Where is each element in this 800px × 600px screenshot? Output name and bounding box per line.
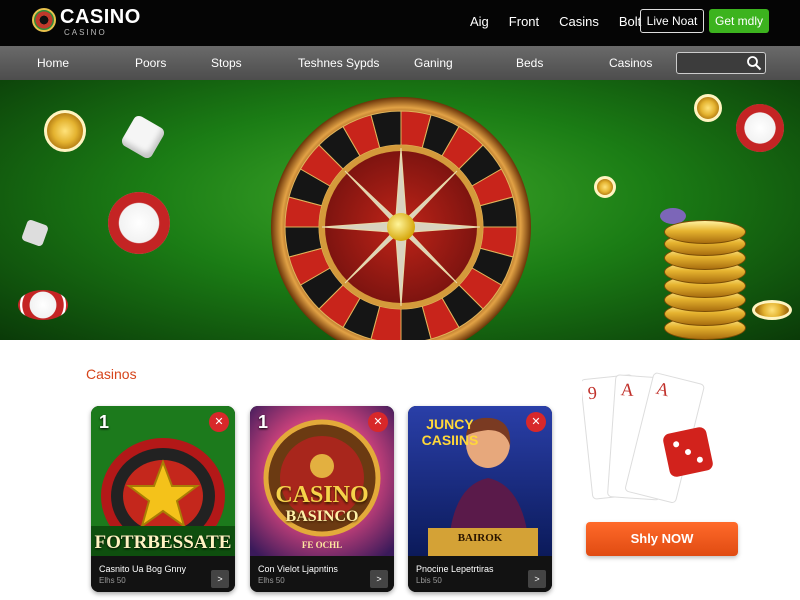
- card-title: Con Vielot Ljapntins: [258, 564, 338, 574]
- red-chip-icon: [108, 192, 170, 254]
- card-subtitle: Elhs 50: [258, 576, 285, 585]
- card-number: 1: [99, 412, 110, 432]
- card-art-subtext: BASINCO: [285, 508, 359, 525]
- nav-item-ganing[interactable]: Ganing: [414, 56, 453, 70]
- nav-item-beds[interactable]: Beds: [516, 56, 543, 70]
- card-subtitle: Lbis 50: [416, 576, 442, 585]
- top-header: CASINO CASINO Aig Front Casins Bolt Live…: [0, 0, 800, 46]
- top-link-casins[interactable]: Casins: [559, 14, 599, 29]
- gold-coin-stack-icon: [664, 220, 746, 340]
- card-art-text: CASINO: [275, 482, 369, 508]
- card-footer: Pnocine Lepetrtiras Lbis 50 >: [408, 556, 552, 592]
- white-dice-icon: [20, 218, 50, 248]
- hero-banner: [0, 80, 800, 340]
- card-art-caption: FE OCHL: [301, 540, 343, 550]
- favorite-badge-icon[interactable]: ✕: [368, 412, 388, 432]
- top-link-front[interactable]: Front: [509, 14, 539, 29]
- favorite-badge-icon[interactable]: ✕: [526, 412, 546, 432]
- white-dice-icon: [119, 113, 167, 161]
- main-nav: Home Poors Stops Teshnes Sypds Ganing Be…: [0, 46, 800, 80]
- favorite-badge-icon[interactable]: ✕: [209, 412, 229, 432]
- card-footer: Con Vielot Ljapntins Elhs 50 >: [250, 556, 394, 592]
- gold-chip-icon: [694, 94, 722, 122]
- top-link-aig[interactable]: Aig: [470, 14, 489, 29]
- card-art-text: JUNCY: [426, 416, 474, 432]
- top-links: Aig Front Casins Bolt: [470, 14, 661, 29]
- live-now-button[interactable]: Live Noat: [640, 9, 704, 33]
- card-art-caption: BAIROK: [457, 532, 503, 544]
- top-link-bolt[interactable]: Bolt: [619, 14, 641, 29]
- nav-item-stops[interactable]: Stops: [211, 56, 242, 70]
- card-footer: Casnito Ua Bog Gnny Elhs 50 >: [91, 556, 235, 592]
- search-icon[interactable]: [746, 55, 762, 71]
- logo-subtext: CASINO: [64, 28, 107, 37]
- red-chip-icon: [736, 104, 784, 152]
- play-now-button[interactable]: Shly NOW: [586, 522, 738, 556]
- card-art-text: FOTRBESSATE: [94, 532, 232, 553]
- search-input[interactable]: [676, 52, 766, 74]
- logo-text: CASINO: [60, 6, 141, 28]
- red-chip-icon: [18, 290, 68, 320]
- get-ready-button[interactable]: Get mdly: [709, 9, 769, 33]
- nav-item-teshnes-sypds[interactable]: Teshnes Sypds: [298, 56, 379, 70]
- play-arrow-icon[interactable]: >: [528, 570, 546, 588]
- gold-chip-icon: [752, 300, 792, 320]
- game-card[interactable]: 1 ✕ FOTRBESSATE Casnito Ua Bog Gnny Elhs…: [91, 406, 235, 592]
- play-arrow-icon[interactable]: >: [211, 570, 229, 588]
- playing-cards-dice-icon: 9 A A: [582, 372, 713, 503]
- card-rank: A: [620, 379, 634, 400]
- nav-item-poors[interactable]: Poors: [135, 56, 166, 70]
- card-art-subtext: CASIINS: [421, 432, 479, 448]
- card-subtitle: Elhs 50: [99, 576, 126, 585]
- gold-chip-icon: [594, 176, 616, 198]
- play-arrow-icon[interactable]: >: [370, 570, 388, 588]
- casino-logo[interactable]: CASINO CASINO: [32, 6, 152, 40]
- game-card[interactable]: JUNCY CASIINS ✕ BAIROK Pnocine Lepetrtir…: [408, 406, 552, 592]
- card-number: 1: [258, 412, 269, 432]
- nav-item-casinos[interactable]: Casinos: [609, 56, 652, 70]
- nav-item-home[interactable]: Home: [37, 56, 69, 70]
- game-card[interactable]: 1 ✕ CASINO BASINCO FE OCHL Con Vielot Lj…: [250, 406, 394, 592]
- gold-chip-icon: [44, 110, 86, 152]
- card-title: Pnocine Lepetrtiras: [416, 564, 494, 574]
- roulette-chip-icon: [32, 8, 56, 32]
- section-title: Casinos: [86, 366, 137, 382]
- roulette-wheel-icon: [271, 97, 531, 340]
- card-title: Casnito Ua Bog Gnny: [99, 564, 187, 574]
